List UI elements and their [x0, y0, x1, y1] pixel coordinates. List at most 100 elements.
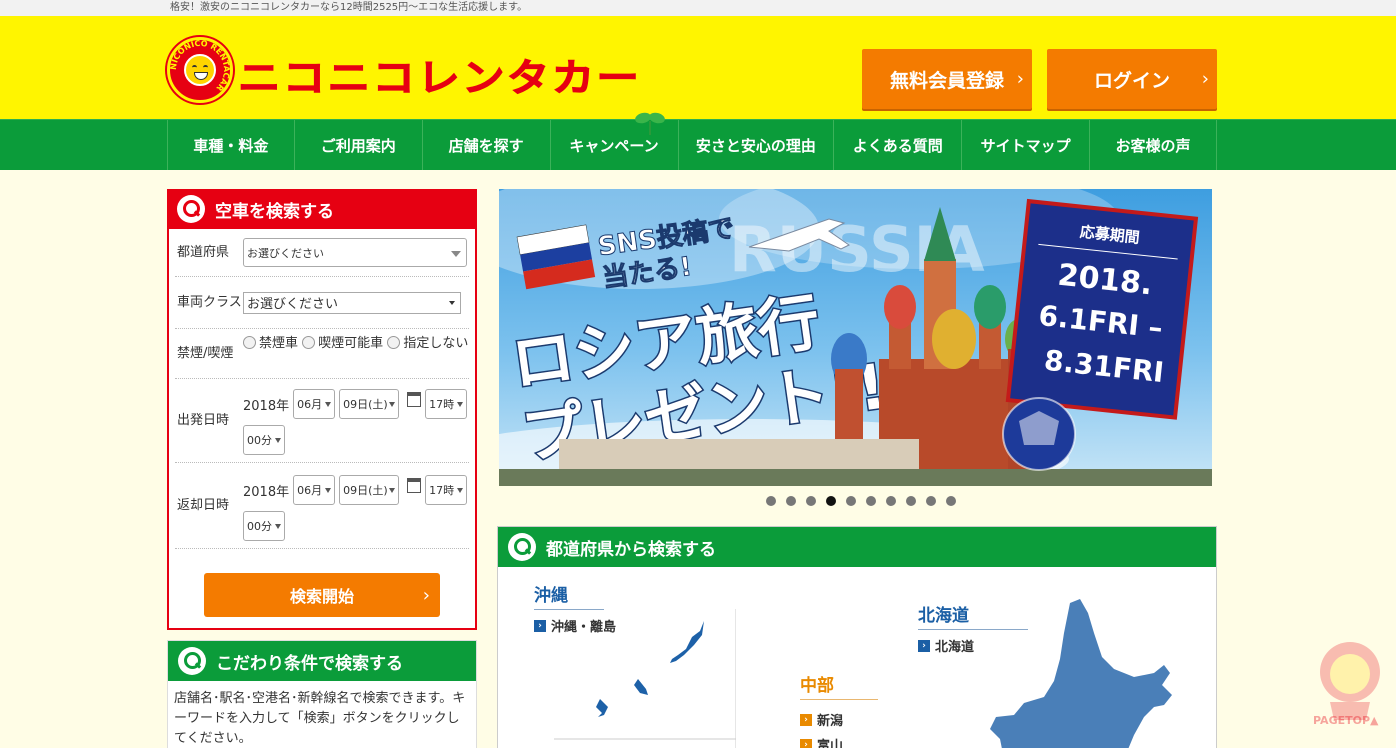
select-value: 09日(土) — [343, 398, 388, 411]
chevron-down-icon — [389, 488, 396, 493]
carousel-dot[interactable] — [866, 496, 876, 506]
vacancy-search-header: 空車を検索する — [167, 189, 477, 229]
radio-button[interactable] — [243, 336, 256, 349]
soccer-ball-icon — [1002, 397, 1076, 471]
depart-row: 出発日時 2018年 06月 09日(土) 17時 00分 — [175, 379, 469, 463]
carousel-dot-active[interactable] — [826, 496, 836, 506]
search-start-button[interactable]: 検索開始 › — [204, 573, 440, 617]
nav-item-usage-guide[interactable]: ご利用案内 — [295, 120, 423, 170]
site-header: NICONICO RENTACAR ニコニコレンタカー 無料会員登録 › ログイ… — [0, 16, 1396, 135]
keyword-search-title: こだわり条件で検索する — [216, 653, 403, 674]
radio-label: 指定しない — [403, 336, 469, 351]
register-button[interactable]: 無料会員登録 › — [862, 49, 1032, 109]
search-start-label: 検索開始 — [289, 587, 354, 606]
carousel-dot[interactable] — [766, 496, 776, 506]
sprout-icon — [635, 112, 665, 135]
pref-link-toyama[interactable]: › 富山 — [800, 735, 878, 748]
calendar-icon[interactable] — [407, 478, 422, 493]
region-chubu: 中部 › 新潟 › 富山 — [800, 671, 878, 748]
nav-item-faq[interactable]: よくある質問 — [834, 120, 963, 170]
smoking-row: 禁煙/喫煙 禁煙車 喫煙可能車 指定しない — [175, 329, 469, 379]
top-tagline: 格安！激安のニコニコレンタカーなら12時間2525円〜エコな生活応援します。 — [0, 0, 1396, 16]
smoking-option-none[interactable]: 指定しない — [387, 336, 468, 351]
vacancy-search-form: 空車を検索する 都道府県 お選びください 車両クラス お選びください 禁煙/喫煙… — [167, 189, 477, 630]
keyword-search-box: こだわり条件で検索する 店舗名･駅名･空港名･新幹線名で検索できます。キーワード… — [167, 640, 477, 748]
select-value: 17時 — [429, 484, 455, 497]
chevron-right-icon: › — [534, 619, 546, 632]
radio-label: 喫煙可能車 — [318, 336, 384, 351]
class-row: 車両クラス お選びください — [175, 277, 469, 329]
nav-item-voices[interactable]: お客様の声 — [1090, 120, 1217, 170]
carousel-dot[interactable] — [846, 496, 856, 506]
main-nav: 車種・料金 ご利用案内 店舗を探す キャンペーン 安さと安心の理由 よくある質問… — [0, 119, 1396, 170]
search-icon — [177, 195, 205, 223]
chevron-right-icon: › — [800, 713, 812, 726]
prefecture-select[interactable]: お選びください — [243, 238, 467, 267]
chevron-down-icon — [457, 488, 464, 493]
class-select[interactable]: お選びください — [243, 291, 461, 314]
smoking-option-nonsmoking[interactable]: 禁煙車 — [243, 336, 298, 351]
campaign-period-card: 応募期間 2018. 6.1FRI – 8.31FRI — [1005, 198, 1199, 420]
prefecture-search-box: 都道府県から検索する 沖縄 › 沖縄・離島 北海道 › 北海道 中部 › 新潟 › 富山 — [497, 526, 1217, 748]
search-icon — [178, 647, 206, 675]
return-row: 返却日時 2018年 06月 09日(土) 17時 00分 — [175, 463, 469, 549]
banner-graphic: RUSSIA SNS投稿で 当たる! ロシア旅行 プレゼント!! 応募期間 20… — [499, 189, 1212, 486]
pref-link-label: 新潟 — [817, 714, 844, 729]
carousel-dot[interactable] — [926, 496, 936, 506]
return-day-select[interactable]: 09日(土) — [339, 475, 400, 505]
chevron-down-icon — [275, 438, 281, 443]
carousel-dot[interactable] — [886, 496, 896, 506]
return-month-select[interactable]: 06月 — [293, 475, 336, 505]
campaign-banner[interactable]: RUSSIA SNS投稿で 当たる! ロシア旅行 プレゼント!! 応募期間 20… — [499, 189, 1212, 486]
pref-link-niigata[interactable]: › 新潟 — [800, 710, 878, 729]
prefecture-select-value: お選びください — [247, 246, 324, 260]
radio-button[interactable] — [387, 336, 401, 349]
site-logo-text[interactable]: ニコニコレンタカー — [237, 56, 641, 101]
chevron-down-icon — [325, 402, 332, 407]
chevron-right-icon: › — [1201, 68, 1209, 90]
region-title: 沖縄 — [534, 581, 604, 610]
radio-label: 禁煙車 — [259, 336, 299, 351]
carousel-dot[interactable] — [946, 496, 956, 506]
calendar-icon[interactable] — [407, 392, 422, 407]
depart-year: 2018年 — [243, 398, 290, 414]
depart-day-select[interactable]: 09日(土) — [339, 389, 400, 419]
return-hour-select[interactable]: 17時 — [425, 475, 468, 505]
select-value: 00分 — [247, 434, 272, 447]
chevron-right-icon: › — [422, 584, 430, 606]
carousel-dot[interactable] — [786, 496, 796, 506]
login-button[interactable]: ログイン › — [1047, 49, 1217, 109]
depart-minute-select[interactable]: 00分 — [243, 425, 285, 455]
smoking-label: 禁煙/喫煙 — [177, 345, 234, 361]
depart-hour-select[interactable]: 17時 — [425, 389, 468, 419]
select-value: 00分 — [247, 520, 272, 533]
prefecture-search-title: 都道府県から検索する — [546, 539, 716, 560]
select-value: 09日(土) — [343, 484, 388, 497]
logo-mascot-icon[interactable]: NICONICO RENTACAR — [167, 37, 233, 103]
okinawa-map — [554, 609, 736, 748]
pagetop-label[interactable]: PAGETOP▲ — [1313, 714, 1378, 727]
chevron-down-icon — [451, 251, 461, 257]
chevron-down-icon — [275, 524, 281, 529]
prefecture-row: 都道府県 お選びください — [175, 229, 469, 277]
depart-month-select[interactable]: 06月 — [293, 389, 336, 419]
class-label: 車両クラス — [177, 294, 242, 310]
login-button-label: ログイン — [1093, 69, 1170, 92]
carousel-dot[interactable] — [906, 496, 916, 506]
prefecture-label: 都道府県 — [177, 244, 230, 260]
smoking-option-smoking[interactable]: 喫煙可能車 — [302, 336, 383, 351]
nav-item-find-store[interactable]: 店舗を探す — [423, 120, 551, 170]
carousel-dot[interactable] — [806, 496, 816, 506]
return-label: 返却日時 — [177, 497, 230, 513]
nav-item-sitemap[interactable]: サイトマップ — [962, 120, 1091, 170]
smiley-face-icon — [184, 54, 216, 86]
nav-item-models-prices[interactable]: 車種・料金 — [168, 120, 295, 170]
keyword-search-description: 店舗名･駅名･空港名･新幹線名で検索できます。キーワードを入力して「検索」ボタン… — [174, 691, 466, 746]
return-minute-select[interactable]: 00分 — [243, 511, 285, 541]
carousel-dots — [766, 496, 956, 506]
radio-button[interactable] — [302, 336, 316, 349]
nav-item-reasons[interactable]: 安さと安心の理由 — [679, 120, 835, 170]
select-value: 06月 — [297, 398, 323, 411]
chevron-down-icon — [457, 402, 464, 407]
class-select-value: お選びください — [247, 297, 339, 312]
